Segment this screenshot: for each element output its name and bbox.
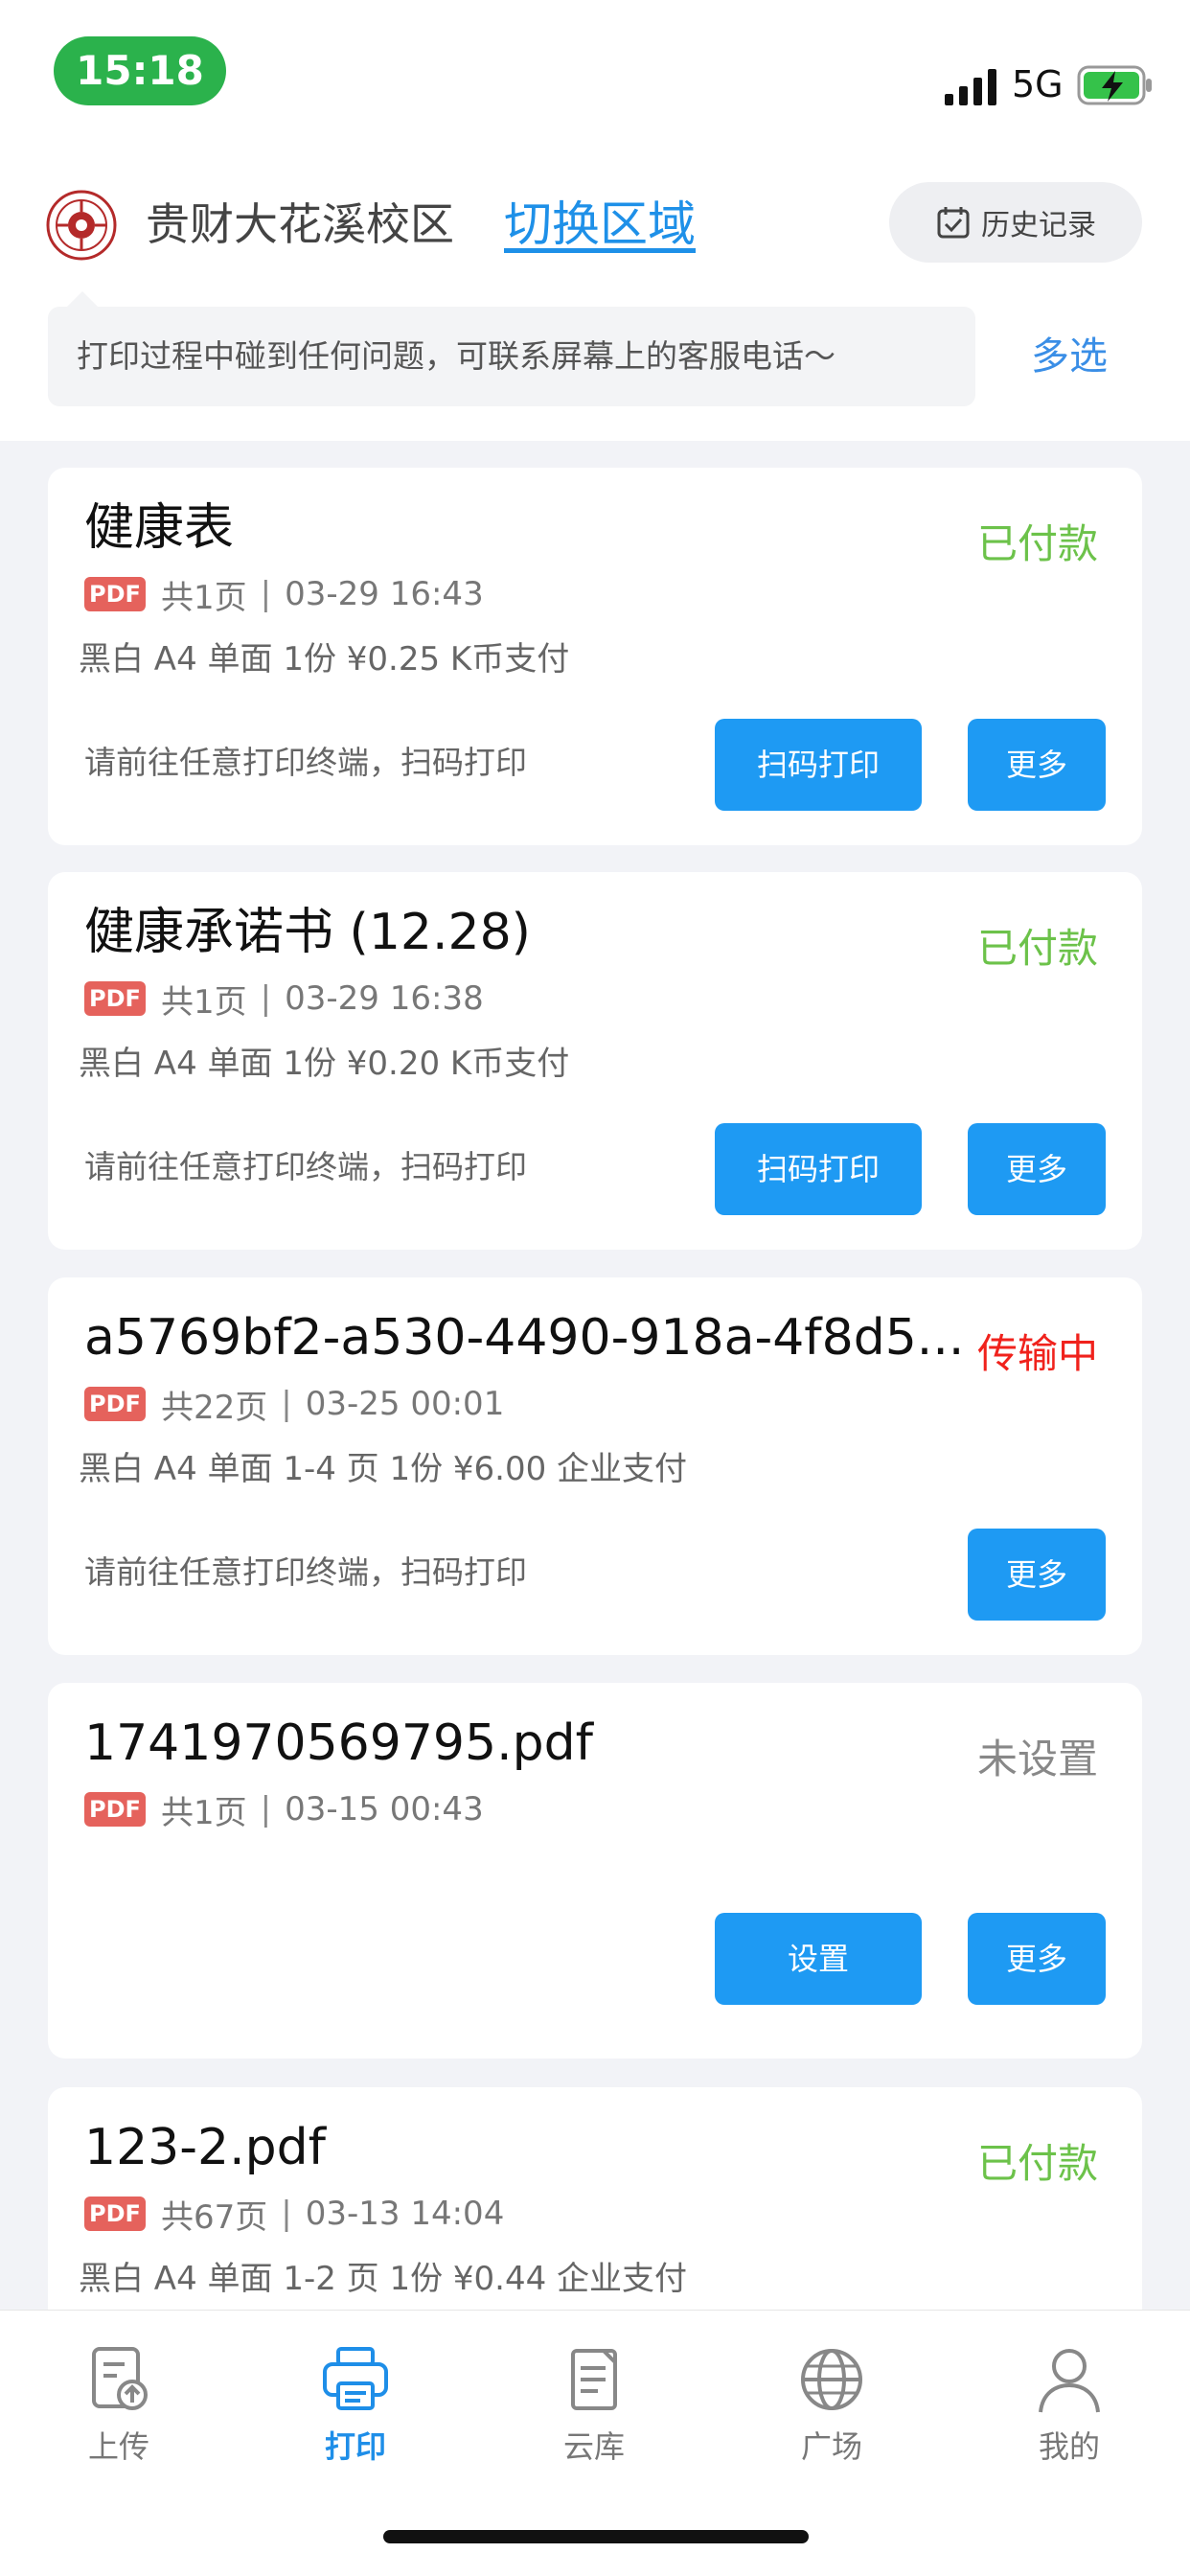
meta-separator: | bbox=[260, 1790, 272, 1828]
job-time: 03-13 14:04 bbox=[305, 2195, 505, 2233]
job-pages: 共67页 bbox=[161, 2197, 268, 2237]
job-time: 03-15 00:43 bbox=[285, 1790, 484, 1828]
multi-select-button[interactable]: 多选 bbox=[1031, 328, 1108, 385]
tab-cloud-library[interactable]: 云库 bbox=[498, 2332, 690, 2485]
job-meta: PDF 共1页 | 03-29 16:38 bbox=[84, 978, 484, 1022]
pdf-file-icon: PDF bbox=[84, 1387, 146, 1421]
printer-icon bbox=[323, 2347, 388, 2410]
notice-banner: 打印过程中碰到任何问题，可联系屏幕上的客服电话～ bbox=[48, 307, 975, 406]
job-hint: 请前往任意打印终端，扫码打印 bbox=[84, 744, 527, 781]
tab-label: 我的 bbox=[1038, 2428, 1100, 2465]
job-hint: 请前往任意打印终端，扫码打印 bbox=[84, 1553, 527, 1591]
network-type: 5G bbox=[1012, 63, 1064, 105]
job-time: 03-29 16:38 bbox=[285, 979, 484, 1018]
scan-print-button[interactable]: 扫码打印 bbox=[715, 1123, 922, 1215]
more-button[interactable]: 更多 bbox=[968, 1123, 1106, 1215]
job-title: 123-2.pdf bbox=[84, 2119, 326, 2176]
job-meta: PDF 共67页 | 03-13 14:04 bbox=[84, 2193, 505, 2237]
job-meta: PDF 共1页 | 03-15 00:43 bbox=[84, 1788, 484, 1832]
notice-pointer bbox=[67, 291, 98, 307]
job-status: 已付款 bbox=[976, 520, 1098, 567]
print-job-card[interactable]: 1741970569795.pdf 未设置 PDF 共1页 | 03-15 00… bbox=[48, 1683, 1142, 2058]
campus-name: 贵财大花溪校区 bbox=[146, 198, 454, 250]
job-pages: 共22页 bbox=[161, 1388, 268, 1427]
scan-print-button[interactable]: 扫码打印 bbox=[715, 719, 922, 811]
history-button[interactable]: 历史记录 bbox=[889, 182, 1142, 263]
home-indicator[interactable] bbox=[383, 2530, 809, 2543]
pdf-file-icon: PDF bbox=[84, 577, 146, 611]
clock: 15:18 bbox=[54, 36, 226, 105]
print-job-card[interactable]: 123-2.pdf 已付款 PDF 共67页 | 03-13 14:04 黑白 … bbox=[48, 2087, 1142, 2310]
status-bar: 15:18 5G bbox=[0, 0, 1190, 144]
job-hint: 请前往任意打印终端，扫码打印 bbox=[84, 1148, 527, 1185]
job-title: a5769bf2-a530-4490-918a-4f8d5... bbox=[84, 1309, 965, 1367]
job-meta: PDF 共1页 | 03-29 16:43 bbox=[84, 573, 484, 617]
tab-label: 上传 bbox=[87, 2428, 149, 2465]
switch-region-link[interactable]: 切换区域 bbox=[504, 194, 696, 255]
tab-plaza[interactable]: 广场 bbox=[736, 2332, 927, 2485]
calendar-check-icon bbox=[937, 207, 970, 239]
meta-separator: | bbox=[260, 979, 272, 1018]
job-meta: PDF 共22页 | 03-25 00:01 bbox=[84, 1383, 505, 1427]
job-details: 黑白 A4 单面 1份 ¥0.20 K币支付 bbox=[79, 1045, 570, 1083]
profile-icon bbox=[1039, 2349, 1100, 2413]
pdf-file-icon: PDF bbox=[84, 1792, 146, 1827]
print-job-card[interactable]: a5769bf2-a530-4490-918a-4f8d5... 传输中 PDF… bbox=[48, 1277, 1142, 1655]
tab-print[interactable]: 打印 bbox=[260, 2332, 451, 2485]
job-pages: 共1页 bbox=[161, 578, 247, 617]
meta-separator: | bbox=[260, 575, 272, 613]
globe-icon bbox=[801, 2349, 862, 2410]
upload-icon bbox=[92, 2347, 148, 2410]
job-details: 黑白 A4 单面 1-4 页 1份 ¥6.00 企业支付 bbox=[79, 1450, 688, 1488]
job-time: 03-29 16:43 bbox=[285, 575, 484, 613]
tab-label: 打印 bbox=[324, 2428, 386, 2465]
signal-icon bbox=[945, 69, 996, 105]
meta-separator: | bbox=[281, 2195, 292, 2233]
more-button[interactable]: 更多 bbox=[968, 719, 1106, 811]
battery-charging-icon bbox=[1077, 65, 1152, 105]
pdf-file-icon: PDF bbox=[84, 981, 146, 1016]
job-time: 03-25 00:01 bbox=[305, 1385, 505, 1423]
job-title: 健康表 bbox=[84, 499, 235, 557]
print-job-card[interactable]: 健康表 已付款 PDF 共1页 | 03-29 16:43 黑白 A4 单面 1… bbox=[48, 468, 1142, 845]
job-pages: 共1页 bbox=[161, 982, 247, 1022]
job-pages: 共1页 bbox=[161, 1793, 247, 1832]
job-status: 未设置 bbox=[976, 1736, 1098, 1782]
job-details: 黑白 A4 单面 1份 ¥0.25 K币支付 bbox=[79, 640, 570, 678]
campus-logo-icon bbox=[46, 190, 117, 261]
job-title: 1741970569795.pdf bbox=[84, 1714, 593, 1772]
job-status: 已付款 bbox=[976, 925, 1098, 972]
job-status: 已付款 bbox=[976, 2140, 1098, 2187]
tab-upload[interactable]: 上传 bbox=[23, 2332, 215, 2485]
tab-label: 广场 bbox=[800, 2428, 862, 2465]
tab-profile[interactable]: 我的 bbox=[973, 2332, 1165, 2485]
meta-separator: | bbox=[281, 1385, 292, 1423]
pdf-file-icon: PDF bbox=[84, 2196, 146, 2231]
cloud-library-icon bbox=[571, 2349, 617, 2410]
job-title: 健康承诺书 (12.28) bbox=[84, 904, 531, 961]
header: 贵财大花溪校区 切换区域 历史记录 打印过程中碰到任何问题，可联系屏幕上的客服电… bbox=[0, 144, 1190, 441]
print-job-card[interactable]: 健康承诺书 (12.28) 已付款 PDF 共1页 | 03-29 16:38 … bbox=[48, 872, 1142, 1250]
history-label: 历史记录 bbox=[981, 209, 1096, 242]
more-button[interactable]: 更多 bbox=[968, 1913, 1106, 2005]
settings-button[interactable]: 设置 bbox=[715, 1913, 922, 2005]
tab-label: 云库 bbox=[562, 2428, 625, 2465]
job-details: 黑白 A4 单面 1-2 页 1份 ¥0.44 企业支付 bbox=[79, 2260, 688, 2298]
job-status: 传输中 bbox=[976, 1330, 1098, 1377]
more-button[interactable]: 更多 bbox=[968, 1529, 1106, 1621]
